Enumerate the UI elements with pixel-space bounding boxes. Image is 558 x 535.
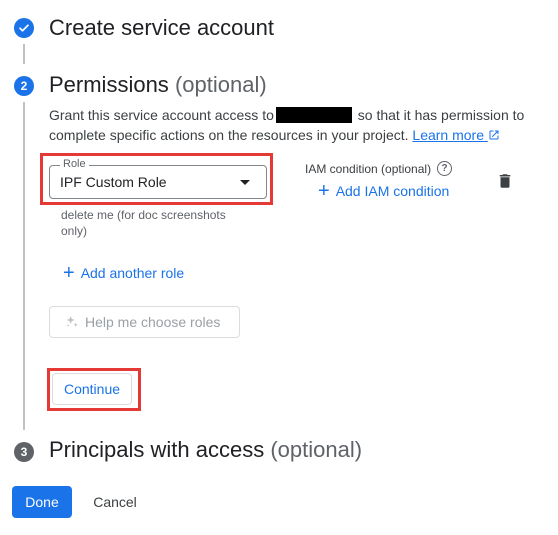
step-done-badge xyxy=(14,18,34,38)
step-number-badge: 3 xyxy=(14,442,34,462)
plus-icon: + xyxy=(63,262,75,284)
dropdown-arrow-icon xyxy=(240,180,250,185)
role-field-label: Role xyxy=(60,157,89,171)
check-icon xyxy=(19,24,29,32)
cancel-button[interactable]: Cancel xyxy=(82,486,148,518)
optional-tag: (optional) xyxy=(270,437,363,462)
redacted-project-name xyxy=(275,107,352,123)
plus-icon: + xyxy=(318,180,330,202)
done-button[interactable]: Done xyxy=(12,486,72,518)
help-me-choose-roles-button[interactable]: Help me choose roles xyxy=(49,306,240,338)
step-title-create[interactable]: Create service account xyxy=(49,15,274,41)
role-description: delete me (for doc screenshots only) xyxy=(61,208,226,238)
step-title-principals[interactable]: Principals with access (optional) xyxy=(49,437,362,463)
learn-more-link[interactable]: Learn more xyxy=(412,127,499,143)
optional-tag: (optional) xyxy=(174,72,267,97)
step-title-permissions: Permissions (optional) xyxy=(49,72,267,97)
iam-condition-label: IAM condition (optional) ? xyxy=(305,161,453,176)
role-select-value: IPF Custom Role xyxy=(60,174,167,190)
add-another-role-button[interactable]: + Add another role xyxy=(63,262,184,284)
add-iam-condition-button[interactable]: + Add IAM condition xyxy=(318,180,449,202)
step-connector xyxy=(23,102,25,430)
permissions-description: Grant this service account access to so … xyxy=(49,107,525,143)
trash-icon[interactable] xyxy=(496,172,514,190)
continue-button[interactable]: Continue xyxy=(52,373,132,405)
step-number-badge: 2 xyxy=(14,76,34,96)
help-circle-icon[interactable]: ? xyxy=(437,161,453,176)
step-connector xyxy=(23,44,25,64)
external-link-icon xyxy=(489,130,499,140)
sparkle-icon xyxy=(66,316,78,327)
